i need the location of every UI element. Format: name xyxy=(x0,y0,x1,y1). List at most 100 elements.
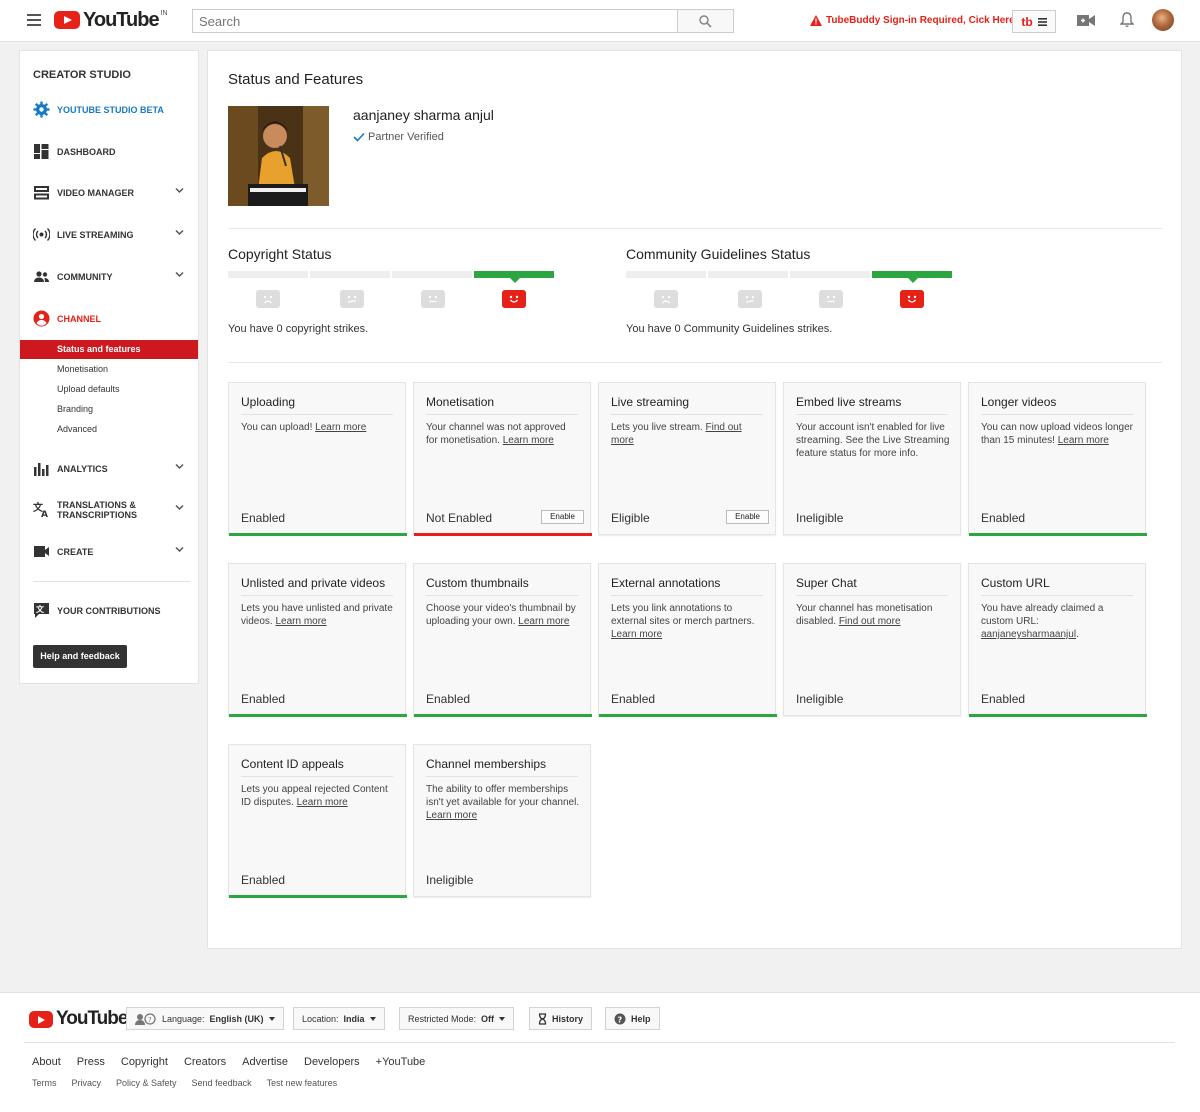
neutral-face-icon xyxy=(340,290,364,308)
feature-card-description: Lets you live stream. Find out more xyxy=(611,421,765,447)
chevron-down-icon[interactable] xyxy=(175,463,184,470)
help-button[interactable]: ? Help xyxy=(605,1007,660,1030)
enable-button[interactable]: Enable xyxy=(726,510,769,524)
sidebar-item-channel[interactable]: CHANNEL xyxy=(20,308,198,330)
sidebar-item-dashboard[interactable]: DASHBOARD xyxy=(20,141,198,163)
sidebar-subitem-upload-defaults[interactable]: Upload defaults xyxy=(20,380,198,399)
feature-card: Content ID appeals Lets you appeal reject… xyxy=(228,744,407,898)
tubebuddy-logo: tb xyxy=(1021,14,1033,29)
footer-link-developers[interactable]: Developers xyxy=(304,1056,360,1068)
restricted-label: Restricted Mode: xyxy=(408,1013,477,1024)
chevron-down-icon[interactable] xyxy=(175,546,184,553)
feature-card-divider xyxy=(426,414,578,415)
channel-thumbnail[interactable] xyxy=(228,106,329,206)
footer-link-copyright[interactable]: Copyright xyxy=(121,1056,168,1068)
chevron-down-icon[interactable] xyxy=(175,271,184,278)
happy-face-icon xyxy=(502,290,526,308)
account-avatar[interactable] xyxy=(1152,9,1174,31)
feature-card-link[interactable]: Find out more xyxy=(839,616,901,627)
footer-link-test-features[interactable]: Test new features xyxy=(267,1078,338,1088)
feature-card-status: Enabled xyxy=(241,873,286,887)
feature-card: Super Chat Your channel has monetisation … xyxy=(783,563,961,716)
community-strike-meter xyxy=(626,271,952,283)
search-button[interactable] xyxy=(677,9,734,33)
sidebar-item-video-manager[interactable]: VIDEO MANAGER xyxy=(20,182,198,204)
location-value: India xyxy=(343,1013,365,1024)
feature-card-description: Your channel has monetisation disabled. … xyxy=(796,602,950,628)
sidebar-item-live-streaming[interactable]: LIVE STREAMING xyxy=(20,224,198,246)
feature-card-divider xyxy=(241,595,393,596)
feature-card-link[interactable]: Learn more xyxy=(503,435,554,446)
upload-video-icon[interactable] xyxy=(1077,14,1095,27)
feature-card-link[interactable]: Learn more xyxy=(1058,435,1109,446)
svg-text:?: ? xyxy=(148,1016,152,1024)
sidebar-item-contributions[interactable]: 文 YOUR CONTRIBUTIONS xyxy=(20,600,198,622)
sidebar-item-analytics[interactable]: ANALYTICS xyxy=(20,458,198,480)
feature-status-bar xyxy=(229,533,407,536)
chevron-down-icon[interactable] xyxy=(175,187,184,194)
footer-link-terms[interactable]: Terms xyxy=(32,1078,57,1088)
sidebar-item-studio-beta[interactable]: YOUTUBE STUDIO BETA xyxy=(20,99,198,121)
location-select[interactable]: Location: India xyxy=(293,1007,385,1030)
channel-name[interactable]: aanjaney sharma anjul xyxy=(353,107,494,123)
sidebar-subitem-branding[interactable]: Branding xyxy=(20,400,198,419)
feature-card: Unlisted and private videos Lets you have… xyxy=(228,563,407,717)
copyright-status-title: Copyright Status xyxy=(228,246,332,262)
svg-text:A: A xyxy=(41,510,48,518)
tubebuddy-warning-link[interactable]: TubeBuddy Sign-in Required, Cick Here xyxy=(810,15,1015,26)
youtube-logo[interactable]: YouTube IN xyxy=(54,10,168,30)
feature-card-divider xyxy=(796,414,948,415)
youtube-play-icon xyxy=(29,1010,53,1028)
footer-link-policy-safety[interactable]: Policy & Safety xyxy=(116,1078,177,1088)
feature-card-link[interactable]: aanjaneysharmaanjul xyxy=(981,629,1076,640)
feature-card-link[interactable]: Learn more xyxy=(611,629,662,640)
feature-card-title: Live streaming xyxy=(611,395,690,409)
footer-link-creators[interactable]: Creators xyxy=(184,1056,226,1068)
sidebar-subitem-status-features[interactable]: Status and features xyxy=(20,340,198,359)
enable-button[interactable]: Enable xyxy=(541,510,584,524)
search-icon xyxy=(699,15,712,28)
history-button[interactable]: History xyxy=(529,1007,593,1030)
tubebuddy-menu-button[interactable]: tb xyxy=(1012,10,1056,33)
chevron-down-icon[interactable] xyxy=(175,504,184,511)
search-input[interactable] xyxy=(192,9,678,33)
footer-links-primary: About Press Copyright Creators Advertise… xyxy=(32,1056,425,1068)
caret-down-icon xyxy=(268,1016,275,1021)
footer-link-about[interactable]: About xyxy=(32,1056,61,1068)
language-select[interactable]: ? Language: English (UK) xyxy=(126,1007,284,1030)
copyright-strikes-text: You have 0 copyright strikes. xyxy=(228,323,369,335)
sidebar-item-create[interactable]: CREATE xyxy=(20,541,198,563)
footer-link-send-feedback[interactable]: Send feedback xyxy=(192,1078,252,1088)
sidebar-item-community[interactable]: COMMUNITY xyxy=(20,266,198,288)
chevron-down-icon[interactable] xyxy=(175,229,184,236)
feature-card-link[interactable]: Learn more xyxy=(518,616,569,627)
sidebar-item-translations[interactable]: 文A TRANSLATIONS & TRANSCRIPTIONS xyxy=(20,499,198,521)
sidebar-divider xyxy=(33,581,190,582)
footer-link-privacy[interactable]: Privacy xyxy=(72,1078,102,1088)
feature-card: Live streaming Lets you live stream. Find… xyxy=(598,382,776,535)
feature-card-description: Choose your video's thumbnail by uploadi… xyxy=(426,602,580,628)
feature-card-link[interactable]: Learn more xyxy=(315,422,366,433)
feature-card-link[interactable]: Learn more xyxy=(426,810,477,821)
sidebar-subitem-advanced[interactable]: Advanced xyxy=(20,420,198,439)
footer-youtube-logo[interactable]: YouTube xyxy=(29,1008,128,1030)
language-icon: ? xyxy=(135,1012,156,1025)
gear-icon xyxy=(33,101,50,118)
location-label: Location: xyxy=(302,1013,339,1024)
feature-card: Longer videos You can now upload videos l… xyxy=(968,382,1147,536)
feature-card-link[interactable]: Learn more xyxy=(275,616,326,627)
notifications-icon[interactable] xyxy=(1120,12,1134,28)
feature-status-bar xyxy=(414,533,592,536)
sidebar-subitem-monetisation[interactable]: Monetisation xyxy=(20,360,198,379)
feature-card-link[interactable]: Learn more xyxy=(297,797,348,808)
footer-link-advertise[interactable]: Advertise xyxy=(242,1056,288,1068)
footer-link-press[interactable]: Press xyxy=(77,1056,105,1068)
help-feedback-button[interactable]: Help and feedback xyxy=(33,645,127,668)
footer-link-plus-youtube[interactable]: +YouTube xyxy=(376,1056,426,1068)
menu-icon[interactable] xyxy=(27,14,41,26)
feature-card-status: Ineligible xyxy=(796,511,844,525)
section-divider xyxy=(228,228,1162,229)
feature-card-description: You can now upload videos longer than 15… xyxy=(981,421,1135,447)
restricted-mode-select[interactable]: Restricted Mode: Off xyxy=(399,1007,515,1030)
footer: YouTube ? Language: English (UK) Location… xyxy=(0,992,1200,1112)
